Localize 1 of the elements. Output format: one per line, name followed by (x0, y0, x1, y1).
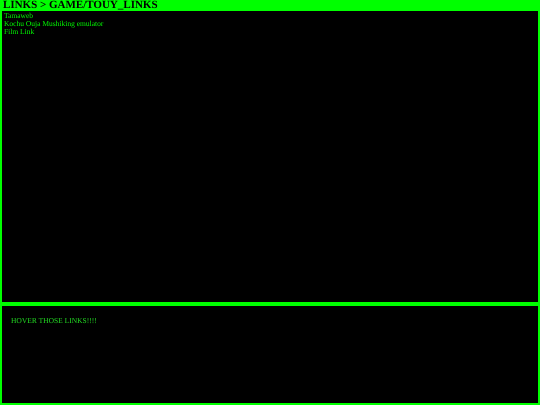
header-title: LINKS > GAME/TOUY_LINKS (0, 0, 540, 11)
